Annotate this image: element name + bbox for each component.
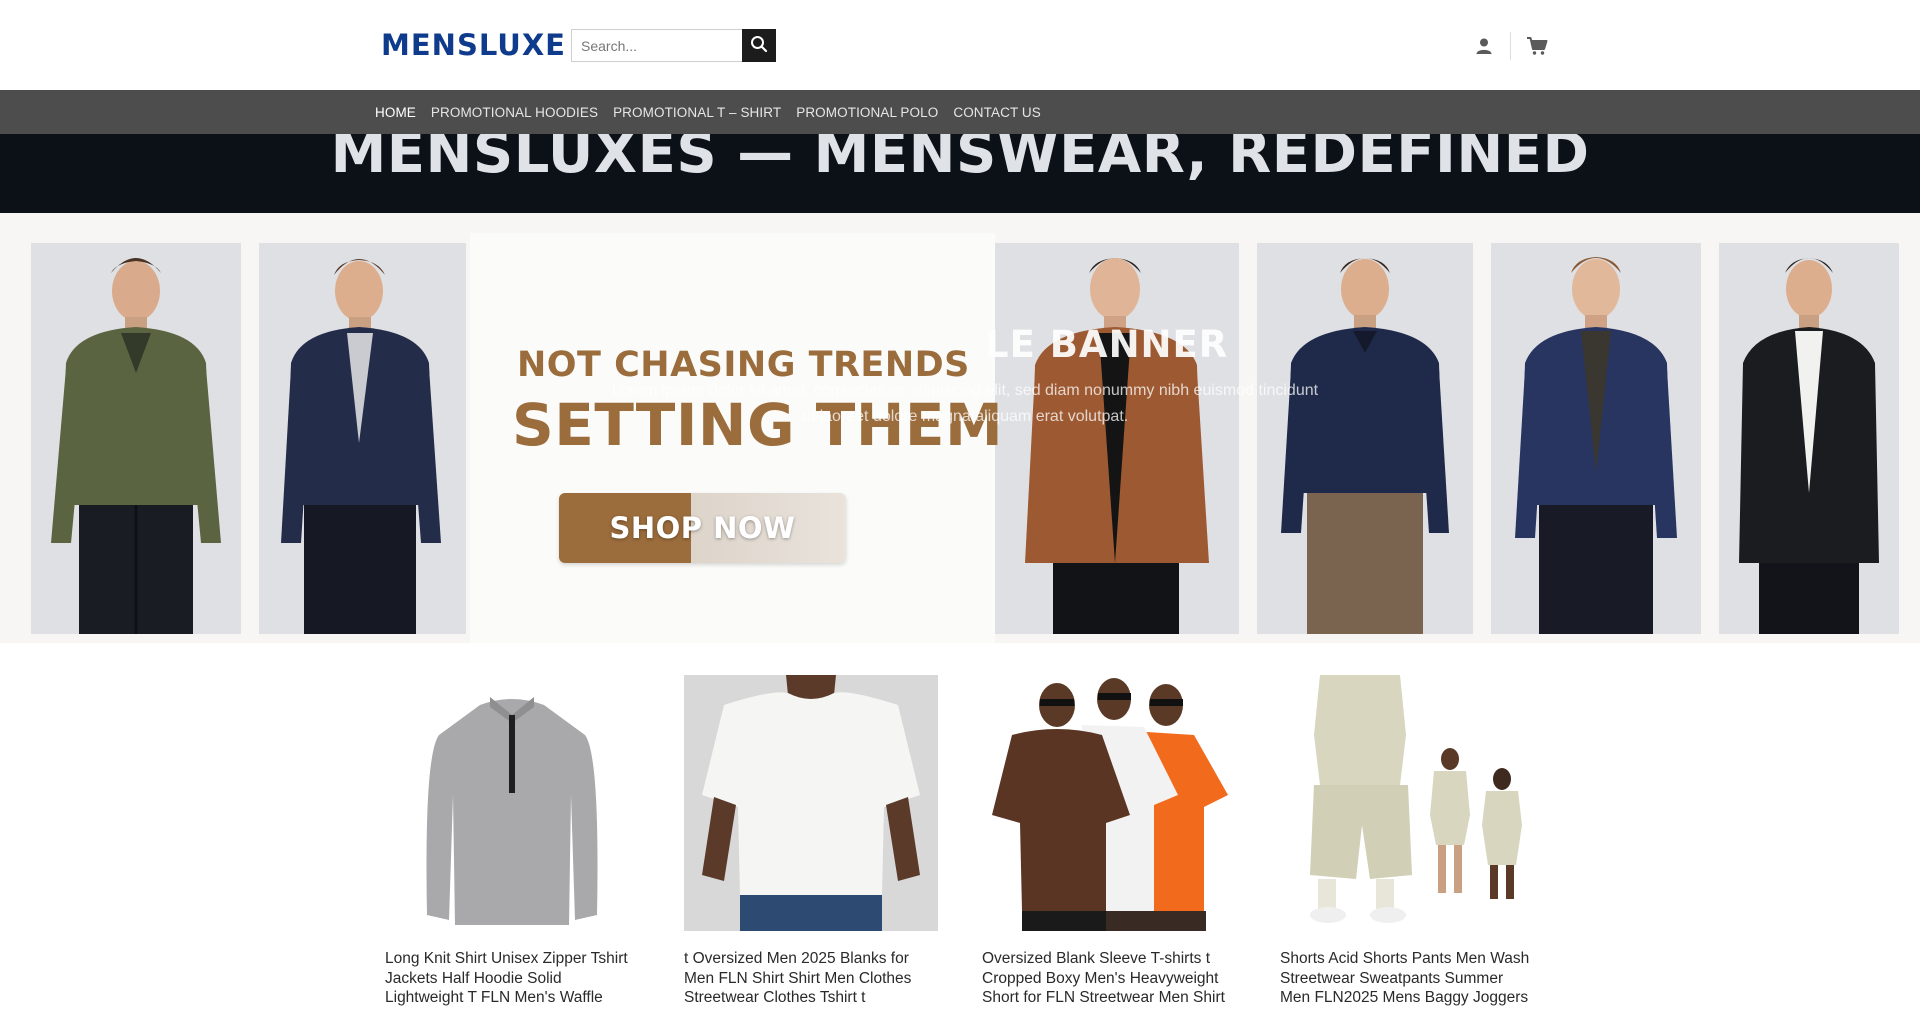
banner-model-image (259, 243, 466, 634)
shop-now-label: SHOP NOW (609, 511, 796, 545)
search-button[interactable] (742, 29, 776, 62)
banner-overlay-text: Lorem ipsum dolor sit amet, consectetuer… (611, 382, 1319, 425)
product-card[interactable]: Oversized Blank Sleeve T-shirts t Croppe… (982, 675, 1236, 1009)
search-icon (750, 35, 768, 56)
product-image[interactable] (1280, 675, 1534, 931)
product-grid: Long Knit Shirt Unisex Zipper Tshirt Jac… (385, 675, 1535, 1009)
search-form (571, 29, 776, 62)
nav-item-promotional-polo[interactable]: PROMOTIONAL POLO (796, 105, 938, 120)
product-card[interactable]: t Oversized Men 2025 Blanks for Men FLN … (684, 675, 938, 1009)
product-name[interactable]: Oversized Blank Sleeve T-shirts t Croppe… (982, 949, 1236, 1009)
product-name[interactable]: t Oversized Men 2025 Blanks for Men FLN … (684, 949, 938, 1009)
hero-band: MENSLUXES — MENSWEAR, REDEFINED (0, 134, 1920, 213)
site-logo[interactable]: MENSLUXE (381, 28, 566, 62)
search-input[interactable] (571, 29, 742, 62)
banner-model-image (31, 243, 241, 634)
cart-icon[interactable] (1525, 34, 1549, 58)
nav-item-home[interactable]: HOME (375, 105, 416, 120)
product-name[interactable]: Shorts Acid Shorts Pants Men Wash Street… (1280, 949, 1534, 1009)
product-image[interactable] (684, 675, 938, 931)
user-icon[interactable] (1472, 34, 1496, 58)
product-card[interactable]: Shorts Acid Shorts Pants Men Wash Street… (1280, 675, 1534, 1009)
nav-item-promotional-t-shirt[interactable]: PROMOTIONAL T – SHIRT (613, 105, 781, 120)
banner-model-image (1719, 243, 1899, 634)
product-image[interactable] (385, 675, 639, 931)
product-name[interactable]: Long Knit Shirt Unisex Zipper Tshirt Jac… (385, 949, 639, 1009)
site-header: MENSLUXE (0, 0, 1920, 90)
banner-model-image (1257, 243, 1473, 634)
product-card[interactable]: Long Knit Shirt Unisex Zipper Tshirt Jac… (385, 675, 639, 1009)
main-nav: HOME PROMOTIONAL HOODIES PROMOTIONAL T –… (0, 90, 1920, 134)
nav-item-promotional-hoodies[interactable]: PROMOTIONAL HOODIES (431, 105, 598, 120)
nav-item-contact-us[interactable]: CONTACT US (953, 105, 1041, 120)
banner-overlay-title: LE BANNER (985, 323, 1229, 366)
hero-title: MENSLUXES — MENSWEAR, REDEFINED (330, 134, 1590, 186)
product-image[interactable] (982, 675, 1236, 931)
header-divider (1510, 32, 1511, 60)
shop-now-button[interactable]: SHOP NOW (559, 493, 846, 563)
promo-banner: LE BANNER NOT CHASING TRENDS SETTING THE… (0, 213, 1920, 643)
header-actions (1472, 30, 1549, 62)
banner-model-image (995, 243, 1239, 634)
banner-model-image (1491, 243, 1701, 634)
